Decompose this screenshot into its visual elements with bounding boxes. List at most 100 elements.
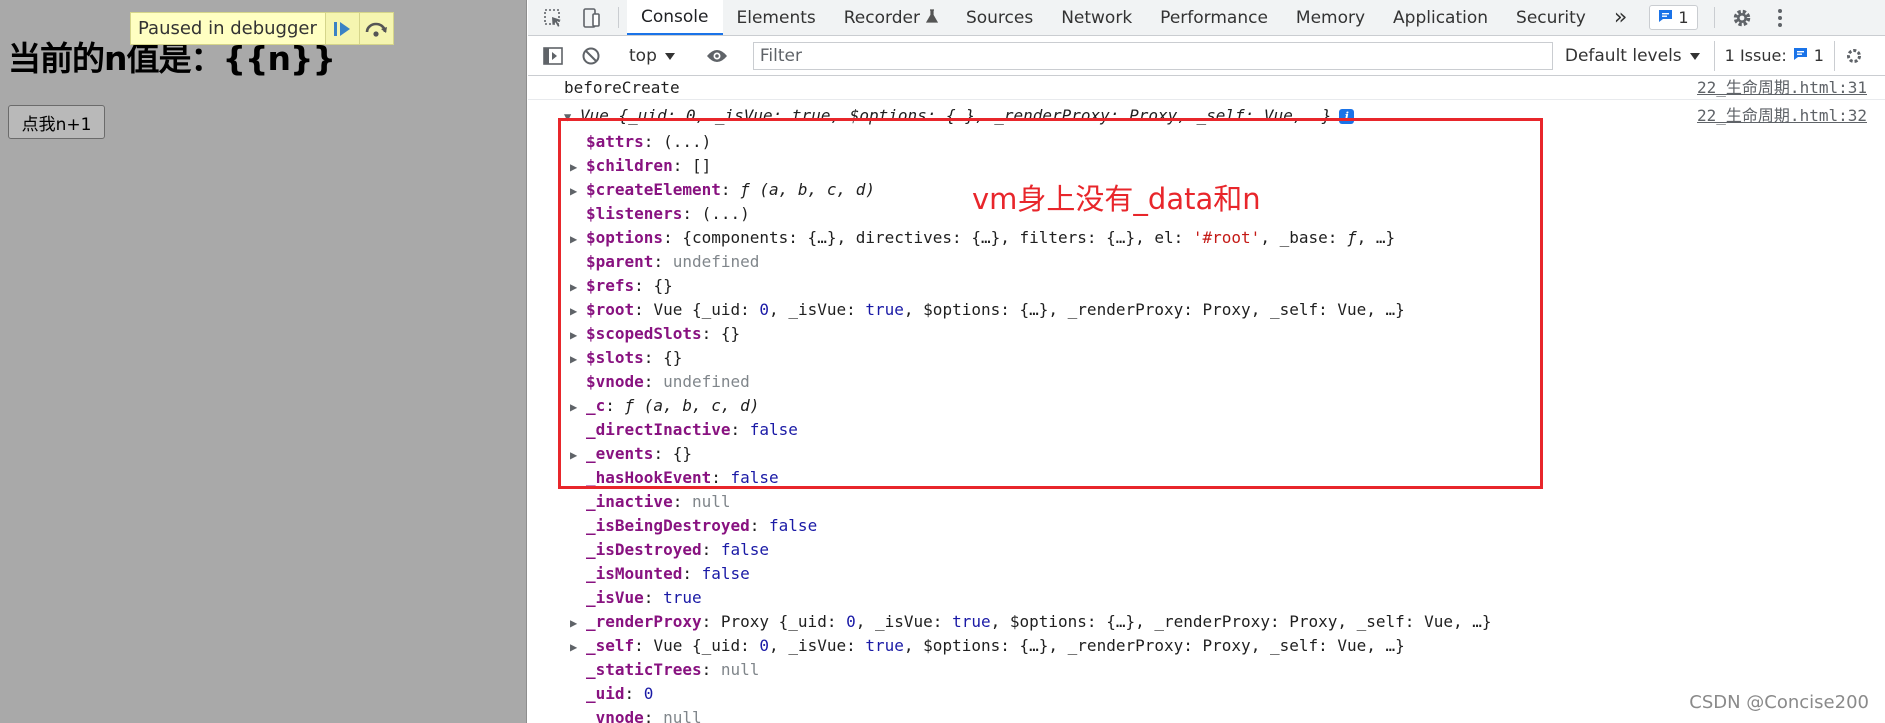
property-value: true <box>663 588 702 607</box>
expand-arrow-icon[interactable]: ▶ <box>570 347 586 371</box>
messages-count: 1 <box>1678 8 1689 27</box>
property-value-part: {components: {…}, directives: {…}, filte… <box>682 228 1193 247</box>
debugger-paused-banner: Paused in debugger <box>130 12 394 45</box>
sidebar-toggle-icon[interactable] <box>534 46 572 66</box>
property-value: (...) <box>663 132 712 151</box>
property-key: _uid <box>586 684 625 703</box>
property-row: _hasHookEvent: false <box>586 468 779 487</box>
log-levels-dropdown[interactable]: Default levels <box>1553 46 1714 66</box>
expand-arrow-icon[interactable]: ▶ <box>570 155 586 179</box>
filter-input[interactable] <box>752 41 1553 70</box>
message-icon <box>1793 46 1808 65</box>
property-value: {} <box>653 276 673 295</box>
property-key: $children <box>586 156 673 175</box>
property-value: (...) <box>701 204 750 223</box>
property-key: _c <box>586 396 606 415</box>
property-value: [] <box>691 156 712 175</box>
gear-icon[interactable] <box>1723 0 1761 35</box>
property-row: _isDestroyed: false <box>586 540 770 559</box>
expand-arrow-icon[interactable]: ▶ <box>570 179 586 203</box>
tab-network[interactable]: Network <box>1047 0 1146 35</box>
property-key: $scopedSlots <box>586 324 702 343</box>
property-value-part: ƒ <box>1347 228 1357 247</box>
tab-application[interactable]: Application <box>1379 0 1502 35</box>
toolbar-divider <box>618 7 619 28</box>
property-key: $root <box>586 300 635 319</box>
property-row[interactable]: ▶ $scopedSlots: {} <box>570 322 740 346</box>
property-value-part: , _isVue: <box>769 636 866 655</box>
expand-arrow-icon[interactable]: ▶ <box>570 395 586 419</box>
increment-button[interactable]: 点我n+1 <box>8 105 105 139</box>
tab-elements[interactable]: Elements <box>723 0 830 35</box>
tab-recorder[interactable]: Recorder <box>830 0 952 35</box>
expanded-arrow-icon[interactable]: ▼ <box>564 105 580 129</box>
property-key: _events <box>586 444 654 463</box>
property-row[interactable]: ▶ $slots: {} <box>570 346 682 370</box>
property-value: undefined <box>672 252 760 271</box>
more-tabs-button[interactable]: » <box>1600 0 1641 35</box>
context-selector[interactable]: top <box>627 46 681 66</box>
property-value: ƒ (a, b, c, d) <box>624 396 760 415</box>
inspect-element-icon[interactable] <box>534 0 572 35</box>
property-value-part: Proxy {_uid: <box>720 612 847 631</box>
property-key: _renderProxy <box>586 612 702 631</box>
vue-object-summary[interactable]: ▼ Vue {_uid: 0, _isVue: true, $options: {… <box>564 104 1355 129</box>
tab-sources[interactable]: Sources <box>952 0 1047 35</box>
log-source-link[interactable]: 22_生命周期.html:31 <box>1697 76 1867 100</box>
property-value-part: 0 <box>759 300 770 319</box>
property-key: _hasHookEvent <box>586 468 712 487</box>
property-row[interactable]: ▶ $createElement: ƒ (a, b, c, d) <box>570 178 875 202</box>
issues-button[interactable]: 1 Issue: 1 <box>1713 40 1835 71</box>
console-settings-icon[interactable] <box>1835 46 1873 66</box>
property-row: $parent: undefined <box>586 252 760 271</box>
clear-console-icon[interactable] <box>572 46 610 66</box>
property-value-part: Vue {_uid: <box>653 300 760 319</box>
watermark: CSDN @Concise200 <box>1689 692 1869 713</box>
property-value-part: , _isVue: <box>855 612 953 631</box>
property-key: $attrs <box>586 132 644 151</box>
property-key: _self <box>586 636 635 655</box>
log-source-link[interactable]: 22_生命周期.html:32 <box>1697 104 1867 128</box>
property-row[interactable]: ▶ _c: ƒ (a, b, c, d) <box>570 394 760 418</box>
tab-performance[interactable]: Performance <box>1146 0 1282 35</box>
vue-object-prefix: Vue <box>580 106 619 125</box>
property-row[interactable]: ▶ $root: Vue {_uid: 0, _isVue: true, $opt… <box>570 298 1405 322</box>
property-value-part: , $options: {…}, _renderProxy: Proxy, _s… <box>903 636 1405 655</box>
property-row: _isBeingDestroyed: false <box>586 516 818 535</box>
device-toolbar-icon[interactable] <box>572 0 610 35</box>
expand-arrow-icon[interactable]: ▶ <box>570 323 586 347</box>
property-row[interactable]: ▶ _renderProxy: Proxy {_uid: 0, _isVue: t… <box>570 610 1492 634</box>
tab-memory[interactable]: Memory <box>1282 0 1379 35</box>
tab-recorder-label: Recorder <box>843 7 920 28</box>
messages-badge[interactable]: 1 <box>1649 5 1698 30</box>
property-key: _vnode <box>586 708 644 723</box>
property-value-part: , $options: {…}, _renderProxy: Proxy, _s… <box>903 300 1405 319</box>
expand-arrow-icon[interactable]: ▶ <box>570 443 586 467</box>
info-icon[interactable]: i <box>1339 109 1355 124</box>
expand-arrow-icon[interactable]: ▶ <box>570 611 586 635</box>
property-value-part: true <box>952 612 991 631</box>
property-row[interactable]: ▶ $options: {components: {…}, directives:… <box>570 226 1395 250</box>
property-row[interactable]: ▶ _self: Vue {_uid: 0, _isVue: true, $opt… <box>570 634 1405 658</box>
property-key: $slots <box>586 348 644 367</box>
property-row[interactable]: ▶ $refs: {} <box>570 274 673 298</box>
tab-security[interactable]: Security <box>1502 0 1600 35</box>
expand-arrow-icon[interactable]: ▶ <box>570 227 586 251</box>
property-key: $parent <box>586 252 654 271</box>
expand-arrow-icon[interactable]: ▶ <box>570 299 586 323</box>
eye-icon[interactable] <box>698 48 736 64</box>
expand-arrow-icon[interactable]: ▶ <box>570 275 586 299</box>
property-row: $listeners: (...) <box>586 204 750 223</box>
resume-icon[interactable] <box>324 13 359 44</box>
property-value: null <box>663 708 702 723</box>
context-selector-value: top <box>629 45 657 66</box>
expand-arrow-icon[interactable]: ▶ <box>570 635 586 659</box>
step-over-icon[interactable] <box>358 13 393 44</box>
tab-console[interactable]: Console <box>627 0 723 35</box>
property-value: ƒ (a, b, c, d) <box>740 180 875 199</box>
kebab-menu-icon[interactable] <box>1761 0 1799 35</box>
property-row[interactable]: ▶ _events: {} <box>570 442 692 466</box>
property-key: $vnode <box>586 372 644 391</box>
log-levels-value: Default levels <box>1564 45 1682 66</box>
property-row[interactable]: ▶ $children: [] <box>570 154 712 178</box>
